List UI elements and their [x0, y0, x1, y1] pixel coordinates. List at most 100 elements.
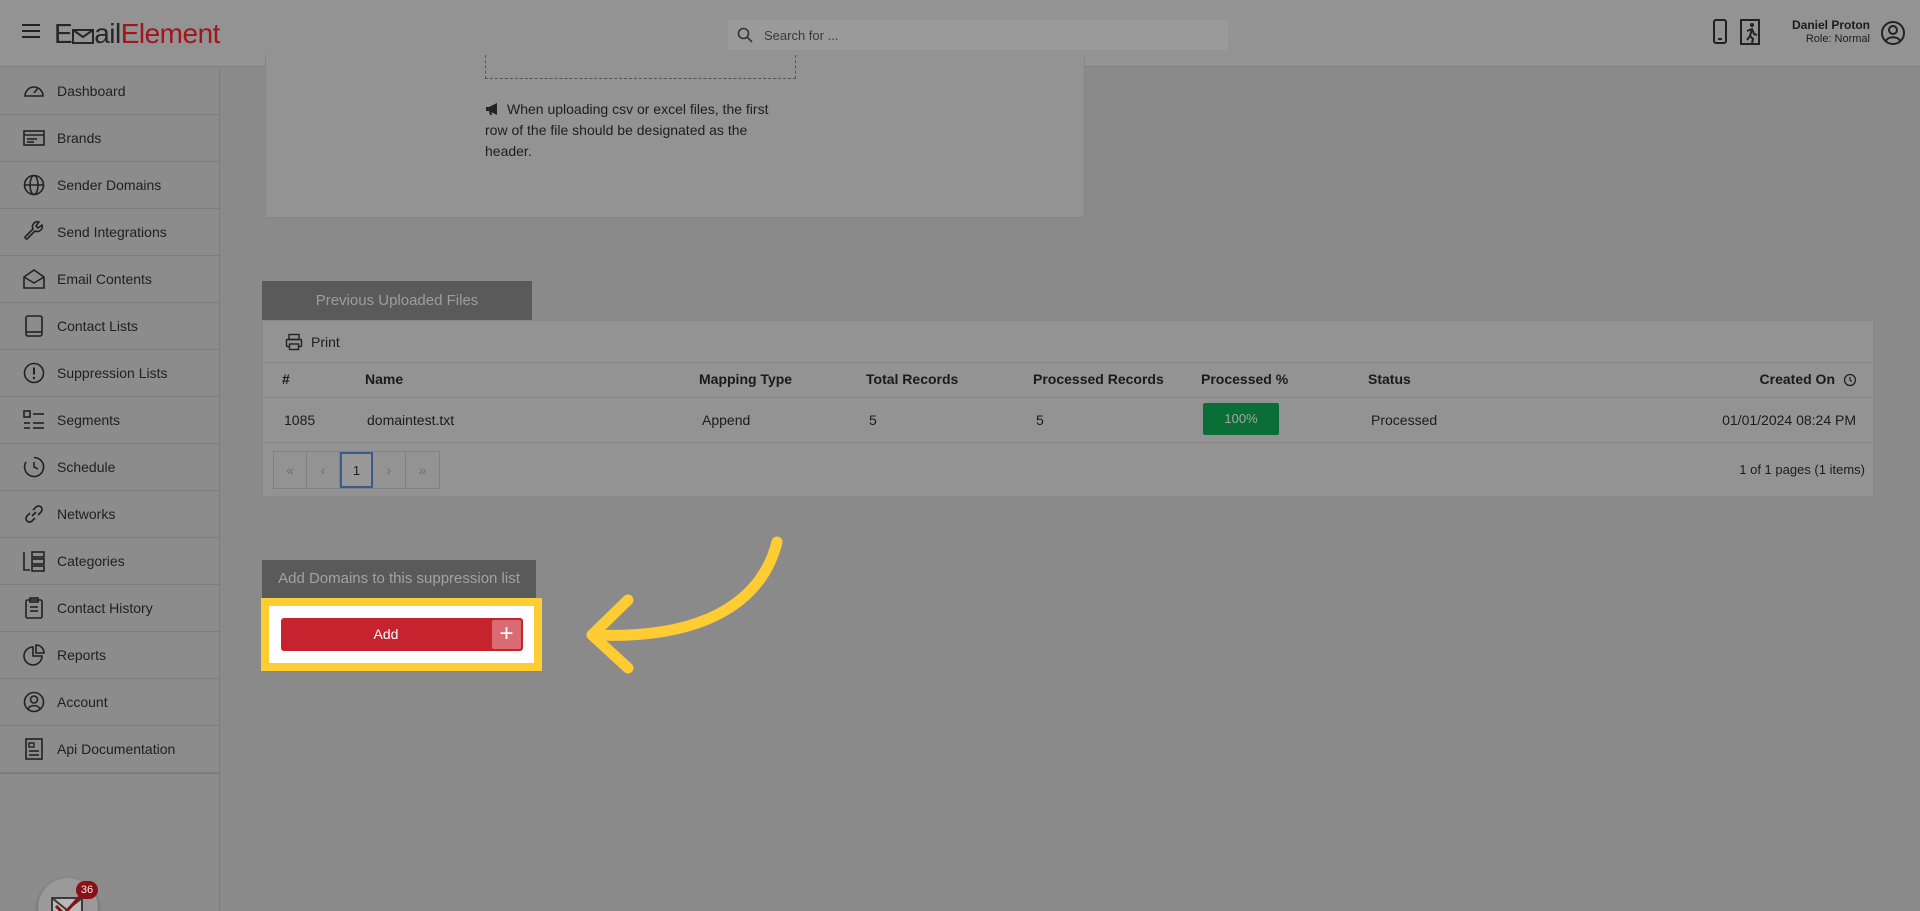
- toolbar: Print: [263, 321, 1873, 363]
- sidebar-item-dashboard[interactable]: Dashboard: [0, 68, 219, 115]
- sidebar-item-label: Reports: [57, 647, 107, 663]
- row-divider: [263, 442, 1873, 443]
- col-header-mapping-type[interactable]: Mapping Type: [699, 371, 792, 387]
- clipboard-icon: [25, 597, 43, 619]
- files-panel: Print # Name Mapping Type Total Records …: [262, 320, 1874, 497]
- pie-chart-icon: [23, 644, 45, 666]
- categories-icon: [23, 551, 45, 572]
- add-button-label: Add: [373, 626, 399, 642]
- col-header-name[interactable]: Name: [365, 371, 403, 387]
- print-button[interactable]: Print: [285, 330, 340, 354]
- header-divider: [263, 397, 1873, 398]
- col-header-total-records[interactable]: Total Records: [866, 371, 958, 387]
- user-circle-icon: [23, 691, 45, 713]
- menu-icon[interactable]: [22, 24, 40, 38]
- search-box[interactable]: [728, 20, 1228, 50]
- sidebar-item-networks[interactable]: Networks: [0, 491, 219, 538]
- last-page-button[interactable]: »: [406, 452, 439, 488]
- sidebar-item-send-integrations[interactable]: Send Integrations: [0, 209, 219, 256]
- document-icon: [25, 738, 43, 760]
- sidebar-item-contact-history[interactable]: Contact History: [0, 585, 219, 632]
- pointer-arrow-icon: [586, 536, 783, 674]
- logo-letter: E: [54, 18, 73, 49]
- sidebar-item-label: Brands: [57, 130, 102, 146]
- cell-created-on: 01/01/2024 08:24 PM: [1722, 412, 1856, 428]
- prev-page-button[interactable]: ‹: [307, 452, 340, 488]
- link-icon: [25, 505, 43, 523]
- sidebar-item-sender-domains[interactable]: Sender Domains: [0, 162, 219, 209]
- cell-processed-records: 5: [1036, 412, 1044, 428]
- user-role: Role: Normal: [1805, 33, 1870, 45]
- sidebar-item-label: Api Documentation: [57, 741, 176, 757]
- logo-text-dark: ail: [94, 18, 121, 49]
- sidebar-item-label: Contact Lists: [57, 318, 138, 334]
- sidebar-item-api-documentation[interactable]: Api Documentation: [0, 726, 219, 773]
- exit-icon[interactable]: [1738, 18, 1764, 46]
- sidebar-item-suppression-lists[interactable]: Suppression Lists: [0, 350, 219, 397]
- sidebar-item-label: Segments: [57, 412, 121, 428]
- brands-icon: [23, 130, 45, 146]
- sidebar-item-label: Account: [57, 694, 108, 710]
- sidebar: Dashboard Brands Sender Domains Send Int…: [0, 68, 220, 911]
- globe-icon: [23, 174, 45, 196]
- sidebar-item-contact-lists[interactable]: Contact Lists: [0, 303, 219, 350]
- sidebar-item-categories[interactable]: Categories: [0, 538, 219, 585]
- envelope-open-icon: [23, 269, 45, 289]
- notification-count-badge: 36: [76, 881, 98, 899]
- logo-envelope-icon: [72, 18, 95, 49]
- clock-history-icon: [23, 456, 45, 478]
- sidebar-item-label: Schedule: [57, 459, 116, 475]
- upload-info-text: When uploading csv or excel files, the f…: [485, 101, 769, 159]
- cell-total-records: 5: [869, 412, 877, 428]
- user-name: Daniel Proton: [1791, 18, 1870, 32]
- col-header-status[interactable]: Status: [1368, 371, 1411, 387]
- sidebar-item-label: Dashboard: [57, 83, 126, 99]
- sidebar-item-email-contents[interactable]: Email Contents: [0, 256, 219, 303]
- add-button[interactable]: Add +: [281, 618, 523, 651]
- progress-badge: 100%: [1203, 403, 1279, 435]
- col-header-processed-records[interactable]: Processed Records: [1033, 371, 1164, 387]
- upload-info: When uploading csv or excel files, the f…: [485, 99, 785, 162]
- cell-num: 1085: [284, 412, 316, 428]
- user-avatar-icon[interactable]: [1880, 20, 1906, 46]
- sidebar-item-label: Networks: [57, 506, 116, 522]
- sidebar-item-label: Categories: [57, 553, 125, 569]
- print-label: Print: [311, 334, 340, 350]
- tab-add-domains[interactable]: Add Domains to this suppression list: [262, 560, 536, 598]
- tab-previous-uploaded-files[interactable]: Previous Uploaded Files: [262, 281, 532, 320]
- col-header-num[interactable]: #: [282, 371, 290, 387]
- pagination: « ‹ 1 › »: [273, 451, 440, 489]
- sidebar-item-label: Sender Domains: [57, 177, 162, 193]
- sidebar-item-segments[interactable]: Segments: [0, 397, 219, 444]
- plus-icon: +: [492, 620, 521, 649]
- book-icon: [25, 315, 43, 337]
- page-1-button[interactable]: 1: [340, 452, 373, 488]
- wrench-icon: [24, 220, 44, 240]
- sidebar-item-account[interactable]: Account: [0, 679, 219, 726]
- sidebar-item-label: Suppression Lists: [57, 365, 168, 381]
- search-input[interactable]: [764, 20, 1214, 50]
- sidebar-item-reports[interactable]: Reports: [0, 632, 219, 679]
- col-header-processed-pct[interactable]: Processed %: [1201, 371, 1288, 387]
- sidebar-item-label: Contact History: [57, 600, 153, 616]
- sidebar-item-label: Send Integrations: [57, 224, 167, 240]
- next-page-button[interactable]: ›: [373, 452, 406, 488]
- dashboard-icon: [24, 86, 44, 97]
- clock-icon: [1843, 373, 1857, 387]
- notifications-button[interactable]: 36: [38, 878, 98, 911]
- list-icon: [23, 410, 44, 429]
- cell-name: domaintest.txt: [367, 412, 455, 428]
- sidebar-item-brands[interactable]: Brands: [0, 115, 219, 162]
- file-drop-zone[interactable]: [485, 55, 796, 79]
- sidebar-item-schedule[interactable]: Schedule: [0, 444, 219, 491]
- col-header-created-on[interactable]: Created On: [1760, 371, 1835, 387]
- logo-text-red: Element: [120, 18, 221, 49]
- first-page-button[interactable]: «: [274, 452, 307, 488]
- search-icon: [737, 27, 753, 43]
- printer-icon: [285, 333, 303, 351]
- megaphone-icon: [486, 103, 497, 115]
- app-logo[interactable]: EailElement: [54, 18, 220, 50]
- mobile-icon[interactable]: [1707, 18, 1733, 46]
- user-info[interactable]: Daniel Proton Role: Normal: [1792, 18, 1870, 46]
- cell-status: Processed: [1371, 412, 1438, 428]
